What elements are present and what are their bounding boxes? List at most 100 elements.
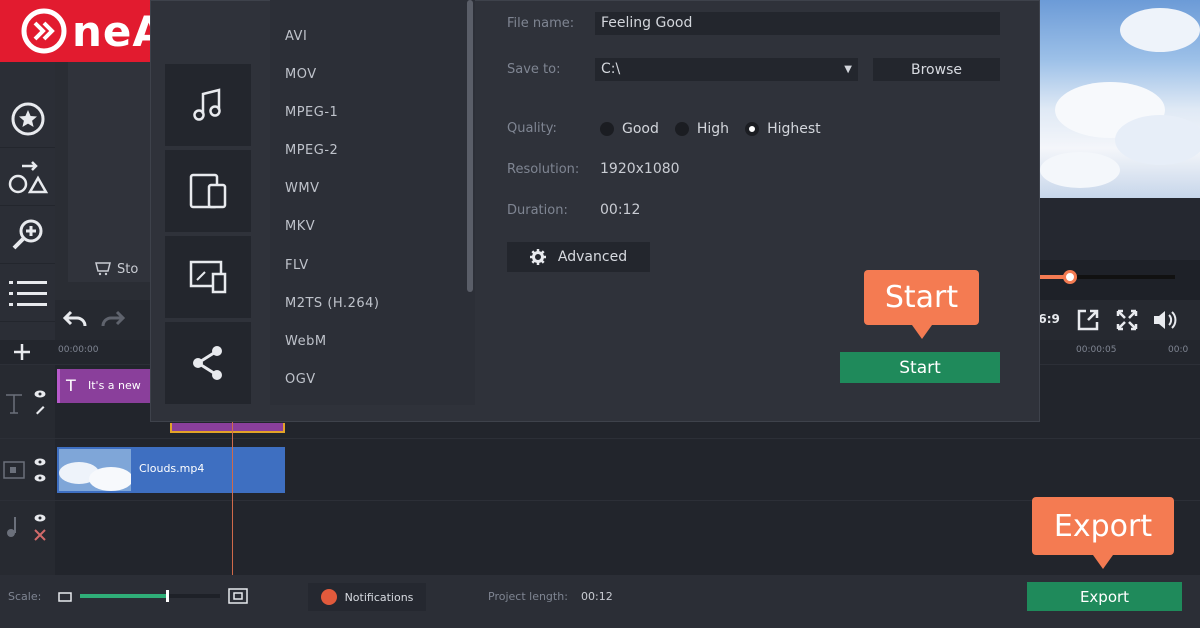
project-length-label: Project length: [488, 590, 568, 603]
ruler-time-start: 00:00:00 [58, 345, 99, 355]
quality-good-radio[interactable] [600, 122, 614, 136]
ruler-time-5s: 00:00:05 [1076, 345, 1117, 355]
zoom-in-scale-icon[interactable] [228, 588, 248, 604]
scale-label: Scale: [8, 590, 42, 603]
redo-icon[interactable] [101, 308, 125, 330]
logo-mark-icon [21, 8, 67, 54]
format-item[interactable]: MKV [285, 219, 315, 234]
title-clip[interactable]: T It's a new [57, 369, 150, 403]
zoom-tool[interactable] [0, 206, 55, 264]
category-share[interactable] [165, 322, 251, 406]
export-button[interactable]: Export [1027, 582, 1182, 611]
quality-label: Quality: [507, 121, 557, 136]
audio-visibility-icon[interactable] [34, 473, 46, 483]
scale-slider-handle[interactable] [166, 590, 169, 602]
video-clip-label: Clouds.mp4 [139, 462, 205, 475]
devices-icon [189, 173, 227, 209]
resolution-value: 1920x1080 [600, 161, 680, 177]
visibility-icon[interactable] [34, 513, 46, 523]
gear-icon [529, 249, 546, 265]
format-list-scrollbar[interactable] [467, 0, 473, 292]
category-audio[interactable] [165, 64, 251, 148]
file-name-label: File name: [507, 16, 575, 31]
format-item[interactable]: FLV [285, 258, 309, 273]
file-name-field[interactable]: Feeling Good [595, 12, 1000, 35]
mute-icon[interactable] [34, 529, 46, 541]
lock-edit-icon[interactable] [34, 403, 46, 415]
format-item[interactable]: WebM [285, 334, 327, 349]
format-item[interactable]: AVI [285, 29, 307, 44]
start-callout: Start [864, 270, 979, 339]
project-length-value: 00:12 [581, 590, 613, 603]
browse-button[interactable]: Browse [873, 58, 1000, 81]
format-item[interactable]: OGV [285, 372, 316, 387]
playback-slider[interactable] [1040, 270, 1175, 284]
format-item[interactable]: WMV [285, 181, 319, 196]
visibility-icon[interactable] [34, 457, 46, 467]
format-item[interactable]: MPEG-1 [285, 105, 338, 120]
notification-icon [320, 589, 337, 605]
save-to-dropdown[interactable]: C:\ ▼ [595, 58, 858, 81]
list-icon [8, 280, 47, 306]
quality-highest-radio[interactable] [745, 122, 760, 136]
store-label: Sto [117, 261, 139, 277]
store-button[interactable]: Sto [95, 258, 155, 280]
audio-track-header [0, 501, 55, 575]
share-icon [193, 346, 222, 380]
volume-icon[interactable] [1152, 308, 1178, 332]
music-icon [193, 88, 221, 121]
audio-track [0, 500, 1200, 575]
tv-icon [189, 260, 227, 294]
advanced-label: Advanced [557, 249, 628, 265]
export-categories [165, 0, 251, 406]
export-callout: Export [1032, 497, 1174, 569]
stickers-tool[interactable] [0, 90, 55, 148]
clip-thumbnail [59, 449, 131, 491]
notifications-button[interactable]: Notifications [308, 583, 426, 611]
status-bar: Scale: Notifications Project length: 00:… [0, 575, 1200, 628]
clouds-image [1040, 8, 1200, 188]
transitions-tool[interactable] [0, 148, 55, 206]
dropdown-arrow-icon: ▼ [844, 64, 852, 75]
format-item[interactable]: MOV [285, 67, 317, 82]
title-clip-label: It's a new [88, 379, 141, 392]
add-track-icon[interactable] [12, 342, 32, 362]
playhead-handle[interactable] [1063, 270, 1077, 284]
video-clip[interactable]: Clouds.mp4 [57, 447, 285, 493]
video-track-icon [3, 461, 25, 479]
quality-highest-label: Highest [767, 121, 821, 137]
undo-icon[interactable] [63, 308, 87, 330]
resolution-label: Resolution: [507, 162, 580, 177]
quality-radio-group: Good High Highest [600, 119, 821, 139]
text-track-icon [6, 394, 22, 414]
star-sticker-icon [11, 102, 44, 135]
fullscreen-icon[interactable] [1115, 308, 1139, 332]
title-clip-selection[interactable] [170, 423, 285, 433]
preview-letterbox [1040, 198, 1200, 260]
video-preview [1040, 0, 1200, 198]
format-item[interactable]: M2TS (H.264) [285, 296, 379, 311]
visibility-icon[interactable] [34, 389, 46, 399]
music-note-icon [7, 517, 16, 537]
preview-controls: 16:9 [1030, 300, 1200, 340]
save-to-label: Save to: [507, 62, 561, 77]
scale-slider[interactable] [80, 590, 220, 602]
store-icon [95, 262, 111, 276]
notifications-label: Notifications [344, 590, 414, 604]
detach-preview-icon[interactable] [1076, 308, 1100, 332]
format-item[interactable]: MPEG-2 [285, 143, 338, 158]
shapes-transition-icon [8, 160, 48, 193]
quality-high-label: High [696, 121, 730, 137]
format-list: AVI MOV MPEG-1 MPEG-2 WMV MKV FLV M2TS (… [270, 0, 475, 405]
quality-high-radio[interactable] [674, 122, 689, 136]
more-tools[interactable] [0, 264, 55, 322]
quality-good-label: Good [622, 121, 659, 137]
category-tv[interactable] [165, 236, 251, 320]
ruler-time-next: 00:0 [1168, 345, 1189, 355]
video-track: Clouds.mp4 [0, 438, 1200, 500]
start-button[interactable]: Start [840, 352, 1000, 383]
duration-label: Duration: [507, 203, 568, 218]
zoom-out-scale-icon[interactable] [58, 591, 72, 603]
category-devices[interactable] [165, 150, 251, 234]
advanced-button[interactable]: Advanced [507, 242, 650, 272]
